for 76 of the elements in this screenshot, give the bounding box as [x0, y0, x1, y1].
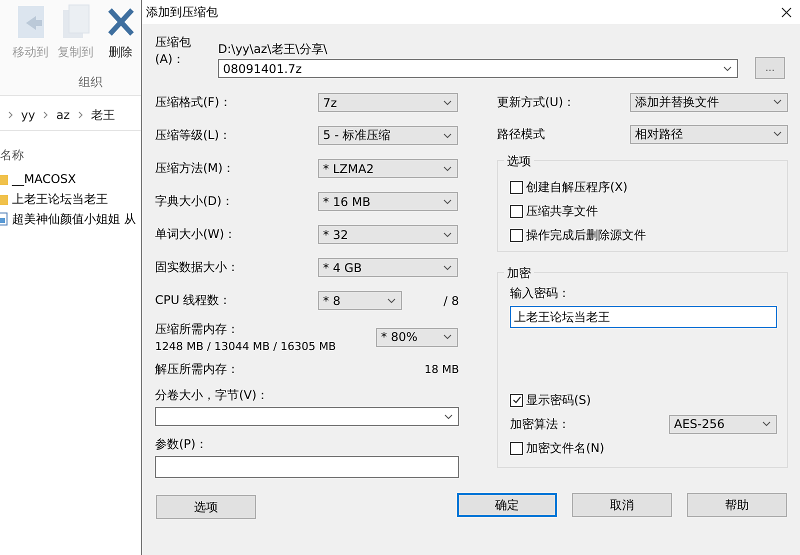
column-header[interactable]: 名称 [0, 131, 141, 169]
options-button[interactable]: 选项 [156, 495, 256, 519]
dropdown[interactable]: 7z [318, 93, 458, 112]
chevron-down-icon [762, 421, 771, 427]
chevron-down-icon [723, 66, 732, 72]
checkbox[interactable]: 压缩共享文件 [510, 199, 598, 223]
file-item[interactable]: 上老王论坛当老王 [0, 189, 141, 209]
chevron-down-icon [443, 232, 452, 238]
dialog-button[interactable]: 确定 [457, 493, 557, 517]
chevron-right-icon [8, 111, 13, 119]
chevron-down-icon [444, 414, 453, 420]
field-label: 压缩等级(L)： [155, 127, 232, 144]
dropdown[interactable]: 添加并替换文件 [630, 92, 788, 112]
thread-count: / 8 [444, 294, 459, 308]
path-text: D:\yy\az\老王\分享\ [218, 41, 328, 58]
dropdown[interactable]: * 4 GB [318, 258, 458, 277]
dropdown[interactable]: AES-256 [669, 414, 777, 434]
chevron-right-icon [43, 111, 48, 119]
dropdown[interactable]: * 80% [376, 328, 458, 346]
chevron-down-icon [443, 100, 452, 106]
file-item[interactable]: __MACOSX [0, 169, 141, 189]
dialog-button[interactable]: 取消 [572, 493, 672, 517]
memory-usage: 1248 MB / 13044 MB / 16305 MB [155, 340, 337, 353]
dropdown[interactable]: * LZMA2 [318, 159, 458, 178]
field-label: 分卷大小，字节(V)： [155, 387, 269, 404]
chevron-down-icon [387, 298, 396, 304]
field-label: 路径模式 [497, 126, 546, 142]
checkbox[interactable]: 加密文件名(N) [510, 436, 604, 460]
field-label: 单词大小(W)： [155, 226, 238, 243]
checkbox[interactable]: 显示密码(S) [510, 388, 591, 412]
file-item[interactable]: 超美神仙颜值小姐姐 从 [0, 209, 141, 229]
input-field[interactable] [155, 456, 459, 478]
field-label: 压缩包(A)： [155, 34, 192, 68]
field-label: 压缩方法(M)： [155, 160, 236, 177]
memory-usage: 18 MB [424, 362, 459, 376]
field-label: CPU 线程数： [155, 292, 232, 309]
chevron-right-icon [78, 111, 83, 119]
field-label: 参数(P)： [155, 436, 208, 453]
dropdown[interactable]: * 16 MB [318, 192, 458, 211]
breadcrumb-item[interactable]: yy [21, 108, 36, 122]
dropdown[interactable]: 相对路径 [630, 124, 788, 144]
ribbon-button[interactable]: 删除 [100, 4, 141, 62]
ribbon-group-label: 组织 [78, 74, 102, 91]
dropdown[interactable]: 08091401.7z [218, 59, 738, 78]
dialog-button[interactable]: 帮助 [687, 493, 787, 517]
chevron-down-icon [443, 166, 452, 172]
dropdown[interactable]: * 8 [318, 291, 402, 310]
chevron-down-icon [443, 132, 452, 138]
dropdown[interactable]: * 32 [318, 225, 458, 244]
field-label: 压缩格式(F)： [155, 94, 232, 111]
field-label: 压缩所需内存： [155, 321, 240, 338]
close-icon [781, 6, 792, 18]
checkbox[interactable]: 操作完成后删除源文件 [510, 223, 646, 247]
chevron-down-icon [443, 198, 452, 204]
chevron-down-icon [773, 99, 782, 105]
checkmark-icon [512, 395, 522, 405]
field-label: 字典大小(D)： [155, 193, 235, 210]
breadcrumb-item[interactable]: az [56, 108, 70, 122]
chevron-down-icon [443, 334, 452, 340]
field-label: 固实数据大小： [155, 259, 240, 276]
move-icon [16, 4, 46, 40]
checkbox[interactable]: 创建自解压程序(X) [510, 175, 628, 199]
window-title: 添加到压缩包 [146, 4, 218, 20]
chevron-down-icon [773, 131, 782, 137]
field-label: 解压所需内存： [155, 360, 239, 378]
password-field[interactable]: 上老王论坛当老王 [510, 306, 777, 328]
field-label: 加密算法： [510, 416, 571, 432]
browse-button[interactable]: ... [755, 57, 785, 79]
dropdown[interactable]: 5 - 标准压缩 [318, 126, 458, 145]
breadcrumb-item[interactable]: 老王 [90, 106, 115, 124]
dropdown[interactable] [155, 407, 459, 426]
field-label: 输入密码： [510, 286, 570, 300]
chevron-down-icon [443, 264, 452, 270]
group-title: 选项 [504, 153, 534, 170]
field-label: 更新方式(U)： [497, 94, 576, 110]
copy-icon [60, 4, 90, 40]
